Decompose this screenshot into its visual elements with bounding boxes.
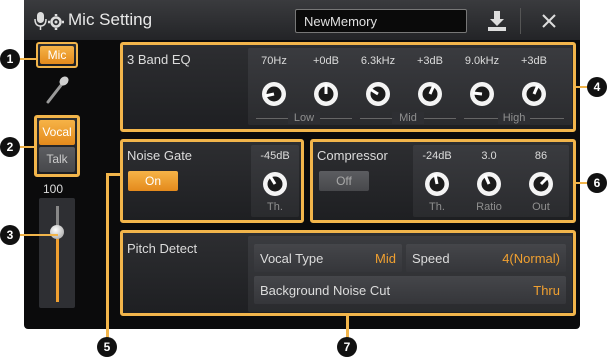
noise-gate-threshold-knob[interactable]	[262, 171, 288, 197]
compressor-ratio-knob[interactable]	[476, 171, 502, 197]
eq-controls: 70Hz +0dB 6.3kHz +3dB 9.0kHz +3dB Low Mi…	[248, 48, 572, 125]
noise-gate-title: Noise Gate	[127, 148, 193, 163]
compressor-threshold-knob[interactable]	[424, 171, 450, 197]
callout-5-line-horizontal	[106, 173, 122, 176]
compressor-threshold-label: Th.	[429, 201, 445, 213]
level-value: 100	[43, 182, 64, 196]
callout-2: 2	[0, 137, 20, 157]
save-button[interactable]	[480, 6, 514, 36]
compressor-out-value: 86	[534, 150, 548, 162]
pitch-detect-title: Pitch Detect	[127, 241, 198, 256]
page-title: Mic Setting	[68, 10, 153, 29]
callout-3: 3	[0, 225, 20, 245]
speed-label: Speed	[412, 251, 450, 266]
eq-mid-label: Mid	[392, 112, 424, 124]
compressor-ratio-value: 3.0	[481, 150, 497, 162]
callout-7: 7	[337, 337, 357, 357]
eq-title: 3 Band EQ	[127, 52, 191, 67]
compressor-out-knob[interactable]	[528, 171, 554, 197]
compressor-out-label: Out	[532, 201, 550, 213]
noise-gate-on-button[interactable]: On	[128, 171, 178, 191]
microphone-icon	[46, 76, 69, 104]
close-button[interactable]	[532, 6, 566, 36]
eq-low-freq-knob[interactable]	[261, 81, 287, 107]
talk-tab[interactable]: Talk	[39, 147, 75, 172]
title-bar: Mic Setting NewMemory	[24, 0, 580, 40]
eq-mid-gain: +3dB	[417, 55, 443, 67]
vocal-type-value: Mid	[375, 251, 396, 266]
mic-settings-icon	[34, 12, 64, 30]
eq-mid-freq: 6.3kHz	[360, 55, 396, 67]
eq-high-freq-knob[interactable]	[469, 81, 495, 107]
close-icon	[542, 14, 556, 28]
noise-gate-controls: -45dB Th.	[251, 145, 299, 217]
callout-2-line	[18, 146, 36, 148]
vocal-type-label: Vocal Type	[260, 251, 324, 266]
noise-gate-panel: Noise Gate On -45dB Th.	[120, 139, 304, 223]
background-noise-cut-value: Thru	[533, 283, 560, 298]
background-noise-cut-selector[interactable]: Background Noise Cut Thru	[254, 276, 566, 304]
noise-gate-threshold-label: Th.	[267, 201, 283, 213]
compressor-panel: Compressor Off -24dB 3.0 86 Th. Ratio Ou…	[310, 139, 576, 223]
compressor-ratio-label: Ratio	[476, 201, 502, 213]
background-noise-cut-label: Background Noise Cut	[260, 283, 391, 298]
eq-high-gain-knob[interactable]	[521, 81, 547, 107]
vocal-type-selector[interactable]: Vocal Type Mid	[254, 244, 402, 272]
eq-high-gain: +3dB	[521, 55, 547, 67]
eq-low-gain: +0dB	[313, 55, 339, 67]
mic-button-highlight: Mic	[36, 42, 78, 68]
memory-name-field[interactable]: NewMemory	[295, 9, 467, 33]
callout-7-line	[346, 313, 349, 339]
pitch-detect-panel: Pitch Detect Vocal Type Mid Speed 4(Norm…	[120, 230, 576, 316]
speed-selector[interactable]: Speed 4(Normal)	[406, 244, 566, 272]
slider-thumb[interactable]	[50, 225, 64, 239]
mic-button[interactable]: Mic	[40, 46, 74, 64]
eq-mid-gain-knob[interactable]	[417, 81, 443, 107]
eq-low-label: Low	[288, 112, 320, 124]
callout-6: 6	[587, 173, 607, 193]
vocal-tab[interactable]: Vocal	[39, 120, 75, 145]
eq-low-freq: 70Hz	[261, 55, 287, 67]
callout-1-line	[18, 58, 36, 60]
compressor-title: Compressor	[317, 148, 388, 163]
speed-value: 4(Normal)	[502, 251, 560, 266]
compressor-threshold-value: -24dB	[422, 150, 452, 162]
pitch-detect-controls: Vocal Type Mid Speed 4(Normal) Backgroun…	[248, 236, 572, 312]
save-icon	[488, 11, 506, 31]
slider-fill	[56, 232, 59, 302]
eq-mid-freq-knob[interactable]	[365, 81, 391, 107]
toolbar-divider	[520, 8, 521, 34]
level-slider[interactable]	[39, 198, 75, 308]
callout-5: 5	[97, 337, 117, 357]
eq-high-label: High	[498, 112, 530, 124]
callout-1: 1	[0, 49, 20, 69]
eq-low-gain-knob[interactable]	[313, 81, 339, 107]
noise-gate-threshold-value: -45dB	[260, 150, 290, 162]
eq-panel: 3 Band EQ 70Hz +0dB 6.3kHz +3dB 9.0kHz +…	[120, 42, 576, 132]
callout-4: 4	[587, 77, 607, 97]
voice-mode-selector: Vocal Talk	[34, 115, 80, 177]
callout-3-line	[18, 234, 58, 236]
eq-high-freq: 9.0kHz	[464, 55, 500, 67]
compressor-off-button[interactable]: Off	[319, 171, 369, 191]
compressor-controls: -24dB 3.0 86 Th. Ratio Out	[413, 145, 569, 217]
callout-5-line-vertical	[106, 173, 109, 339]
